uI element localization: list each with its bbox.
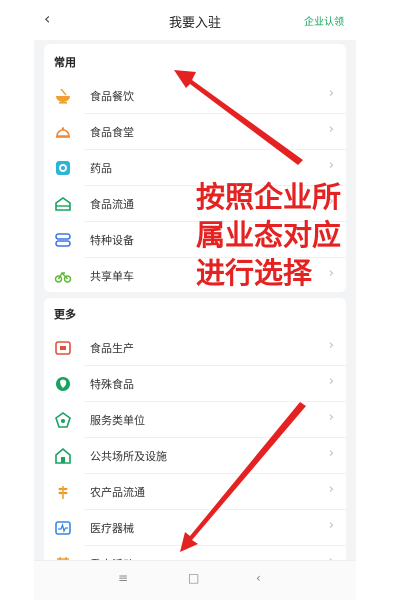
dish-cover-icon [56, 127, 70, 138]
chevron-right-icon: › [328, 482, 334, 497]
list-item-label: 公共场所及设施 [90, 450, 167, 463]
list-item-label: 服务类单位 [90, 414, 145, 427]
chevron-right-icon: › [328, 86, 334, 101]
list-item-label: 食品生产 [90, 342, 134, 355]
wheat-icon [58, 486, 68, 499]
list-item-label: 食品流通 [90, 198, 134, 211]
list-item-agri-circulation[interactable]: 农产品流通 › [44, 474, 346, 510]
special-food-icon [56, 377, 70, 391]
stall-icon [55, 197, 71, 211]
enterprise-claim-link[interactable]: 企业认领 [304, 13, 344, 28]
chevron-right-icon: › [328, 374, 334, 389]
list-item-label: 食品餐饮 [90, 90, 134, 103]
list-item-label: 特殊食品 [90, 378, 134, 391]
list-item-medical-device[interactable]: 医疗器械 › [44, 510, 346, 546]
menu-lines-icon[interactable]: ≡ [118, 571, 128, 585]
bike-icon [54, 271, 72, 283]
medical-device-icon [55, 521, 71, 535]
more-section-card: 更多 食品生产 › 特殊食品 › 服务类单位 › 公共场所及设施 › 农产品流通… [44, 298, 346, 571]
list-item-label: 农产品流通 [90, 486, 145, 499]
chevron-right-icon: › [328, 122, 334, 137]
list-item-food-catering[interactable]: 食品餐饮 › [44, 78, 346, 114]
back-triangle-icon[interactable]: ‹ [256, 571, 261, 585]
chevron-right-icon: › [328, 158, 334, 173]
list-item-service-unit[interactable]: 服务类单位 › [44, 402, 346, 438]
service-icon [55, 412, 71, 428]
chevron-right-icon: › [328, 410, 334, 425]
public-place-icon [55, 447, 71, 464]
list-item-label: 共享单车 [90, 270, 134, 283]
list-item-label: 医疗器械 [90, 522, 134, 535]
home-square-icon[interactable]: □ [188, 571, 199, 585]
chevron-right-icon: › [328, 446, 334, 461]
equipment-icon [55, 233, 71, 247]
list-item-food-production[interactable]: 食品生产 › [44, 330, 346, 366]
top-nav-bar: ‹ 我要入驻 企业认领 [34, 0, 356, 40]
section-title-common: 常用 [54, 56, 76, 69]
section-title-more: 更多 [54, 308, 76, 321]
bowl-icon [56, 88, 70, 104]
chevron-right-icon: › [328, 338, 334, 353]
list-item-label: 食品食堂 [90, 126, 134, 139]
medicine-icon [56, 161, 70, 175]
list-item-special-food[interactable]: 特殊食品 › [44, 366, 346, 402]
list-item-label: 药品 [90, 162, 112, 175]
annotation-text: 按照企业所属业态对应进行选择 [196, 180, 342, 290]
list-item-public-place[interactable]: 公共场所及设施 › [44, 438, 346, 474]
production-icon [55, 341, 71, 355]
system-navigation-bar: ≡ □ ‹ [34, 560, 356, 600]
chevron-right-icon: › [328, 518, 334, 533]
list-item-food-canteen[interactable]: 食品食堂 › [44, 114, 346, 150]
list-item-label: 特种设备 [90, 234, 134, 247]
phone-screen: ‹ 我要入驻 企业认领 常用 食品餐饮 › 食品食堂 › 药品 › 食品流通 ›… [34, 0, 356, 600]
